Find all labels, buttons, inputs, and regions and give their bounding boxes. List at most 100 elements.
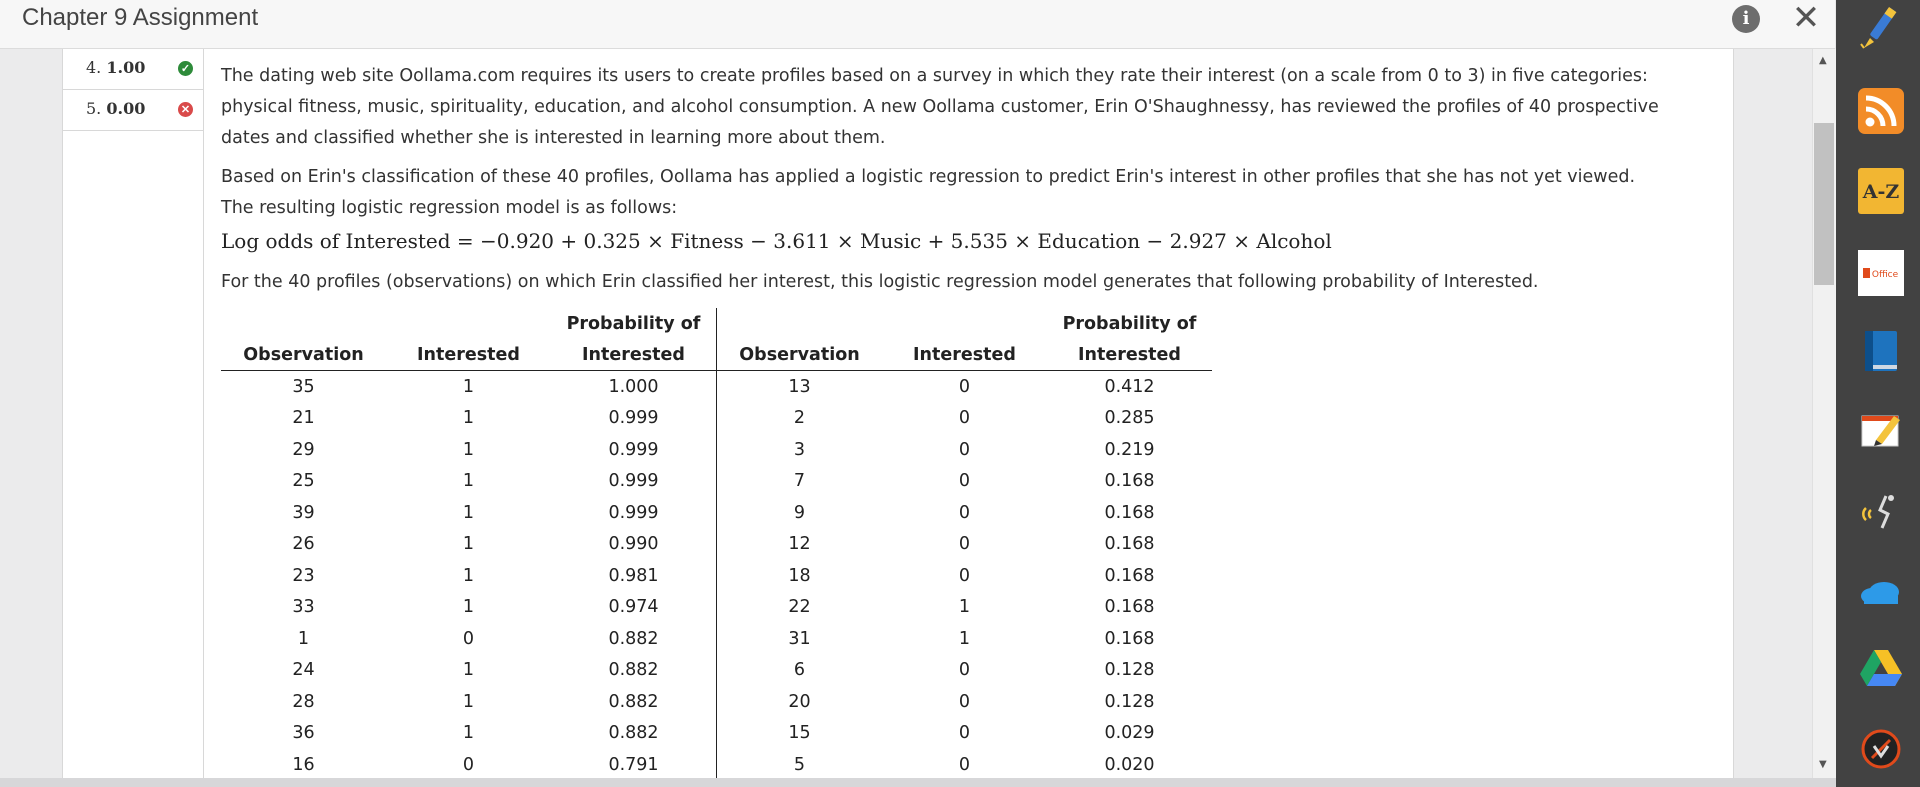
table-cell: 24: [292, 660, 315, 681]
table-cell: 1: [462, 691, 475, 712]
question-text-line: physical fitness, music, spirituality, e…: [221, 97, 1659, 117]
question-nav-item-4[interactable]: 4. 1.00 ✓: [63, 49, 203, 90]
highlighter-pen-icon[interactable]: [1858, 4, 1904, 50]
table-row: 33 1 0.974 22 1 0.168: [221, 591, 1212, 623]
table-cell: 1: [462, 723, 475, 744]
table-cell: 28: [292, 691, 315, 712]
table-cell: 0.882: [551, 623, 717, 655]
table-row: 39 1 0.999 9 0 0.168: [221, 497, 1212, 529]
table-cell: 0: [958, 691, 971, 712]
scrollbar-thumb[interactable]: [1814, 123, 1834, 285]
close-icon[interactable]: ✕: [1790, 0, 1822, 36]
table-cell: 0.219: [1104, 439, 1155, 460]
question-text-line: The resulting logistic regression model …: [221, 198, 678, 218]
table-header-blank: [882, 308, 1047, 339]
table-cell: 39: [292, 502, 315, 523]
table-header-prob-top: Probability of: [551, 308, 717, 339]
scroll-up-arrow-icon[interactable]: ▲: [1819, 55, 1827, 66]
table-cell: 16: [292, 754, 315, 775]
table-cell: 0: [958, 754, 971, 775]
notes-icon[interactable]: [1858, 406, 1904, 452]
question-nav: 4. 1.00 ✓ 5. 0.00 ✕: [63, 49, 204, 778]
table-cell: 35: [292, 376, 315, 397]
table-row: 35 1 1.000 13 0 0.412: [221, 370, 1212, 403]
table-cell: 21: [292, 408, 315, 429]
table-cell: 1: [462, 597, 475, 618]
table-row: 28 1 0.882 20 0 0.128: [221, 686, 1212, 718]
info-icon[interactable]: i: [1732, 5, 1760, 33]
table-cell: 0.999: [551, 497, 717, 529]
table-cell: 0: [958, 376, 971, 397]
table-row: 36 1 0.882 15 0 0.029: [221, 717, 1212, 749]
dictionary-icon[interactable]: A-Z: [1858, 168, 1904, 214]
question-text-line: dates and classified whether she is inte…: [221, 128, 886, 148]
table-header-prob-top: Probability of: [1062, 313, 1197, 334]
table-row: 23 1 0.981 18 0 0.168: [221, 560, 1212, 592]
question-text-line: Based on Erin's classification of these …: [221, 167, 1636, 187]
table-row: 24 1 0.882 6 0 0.128: [221, 654, 1212, 686]
table-cell: 0.168: [1104, 534, 1155, 555]
table-cell: 9: [793, 502, 806, 523]
table-cell: 0.882: [551, 654, 717, 686]
book-icon[interactable]: [1858, 327, 1904, 373]
table-cell: 1: [462, 565, 475, 586]
table-cell: 0.990: [551, 528, 717, 560]
table-cell: 0.974: [551, 591, 717, 623]
office-label: Office: [1872, 270, 1899, 280]
table-header-blank: [386, 308, 551, 339]
scroll-down-arrow-icon[interactable]: ▼: [1819, 759, 1827, 770]
table-cell: 0: [462, 754, 475, 775]
table-header-observation: Observation: [716, 339, 882, 371]
table-cell: 0: [958, 660, 971, 681]
error-circle-icon: ✕: [178, 102, 193, 117]
table-row: 25 1 0.999 7 0 0.168: [221, 465, 1212, 497]
table-cell: 0.285: [1104, 408, 1155, 429]
table-header-interested: Interested: [882, 339, 1047, 371]
az-label: A-Z: [1862, 181, 1900, 203]
table-cell: 33: [292, 597, 315, 618]
table-cell: 6: [793, 660, 806, 681]
table-cell: 0: [958, 408, 971, 429]
table-cell: 31: [788, 628, 811, 649]
window-bottom-edge: [0, 778, 1836, 787]
table-cell: 3: [793, 439, 806, 460]
table-cell: 0.999: [551, 402, 717, 434]
table-cell: 0.412: [1104, 376, 1155, 397]
table-cell: 0: [958, 439, 971, 460]
table-cell: 0: [958, 565, 971, 586]
table-cell: 7: [793, 471, 806, 492]
table-cell: 1: [958, 597, 971, 618]
table-cell: 0: [462, 628, 475, 649]
assignment-panel: 4. 1.00 ✓ 5. 0.00 ✕ The dating web site …: [62, 49, 1734, 778]
table-cell: 20: [788, 691, 811, 712]
window-title: Chapter 9 Assignment: [22, 4, 259, 31]
text-to-speech-icon[interactable]: [1858, 488, 1904, 534]
question-nav-item-5[interactable]: 5. 0.00 ✕: [63, 90, 203, 131]
table-cell: 0.791: [551, 749, 717, 778]
table-cell: 29: [292, 439, 315, 460]
screen-recorder-icon[interactable]: [1858, 726, 1904, 772]
table-header-interested: Interested: [386, 339, 551, 371]
table-cell: 0.168: [1104, 628, 1155, 649]
table-header-blank: [221, 308, 386, 339]
table-cell: 0: [958, 502, 971, 523]
table-row: 21 1 0.999 2 0 0.285: [221, 402, 1212, 434]
onedrive-icon[interactable]: [1858, 568, 1904, 614]
table-cell: 2: [793, 408, 806, 429]
table-cell: 12: [788, 534, 811, 555]
google-drive-icon[interactable]: [1858, 646, 1904, 692]
table-cell: 0.882: [551, 717, 717, 749]
accessibility-toolbar: A-Z Office: [1836, 0, 1920, 787]
table-cell: 1: [462, 408, 475, 429]
table-cell: 0.029: [1104, 723, 1155, 744]
table-header-probability: Interested: [551, 339, 717, 371]
table-cell: 0: [958, 534, 971, 555]
table-cell: 0.128: [1104, 691, 1155, 712]
office-icon[interactable]: Office: [1858, 250, 1904, 296]
vertical-scrollbar[interactable]: ▲ ▼: [1812, 49, 1836, 778]
table-row: 1 0 0.882 31 1 0.168: [221, 623, 1212, 655]
table-header-blank: [717, 308, 883, 339]
question-label: 5. 0.00: [86, 99, 146, 118]
table-cell: 18: [788, 565, 811, 586]
rss-icon[interactable]: [1858, 88, 1904, 134]
